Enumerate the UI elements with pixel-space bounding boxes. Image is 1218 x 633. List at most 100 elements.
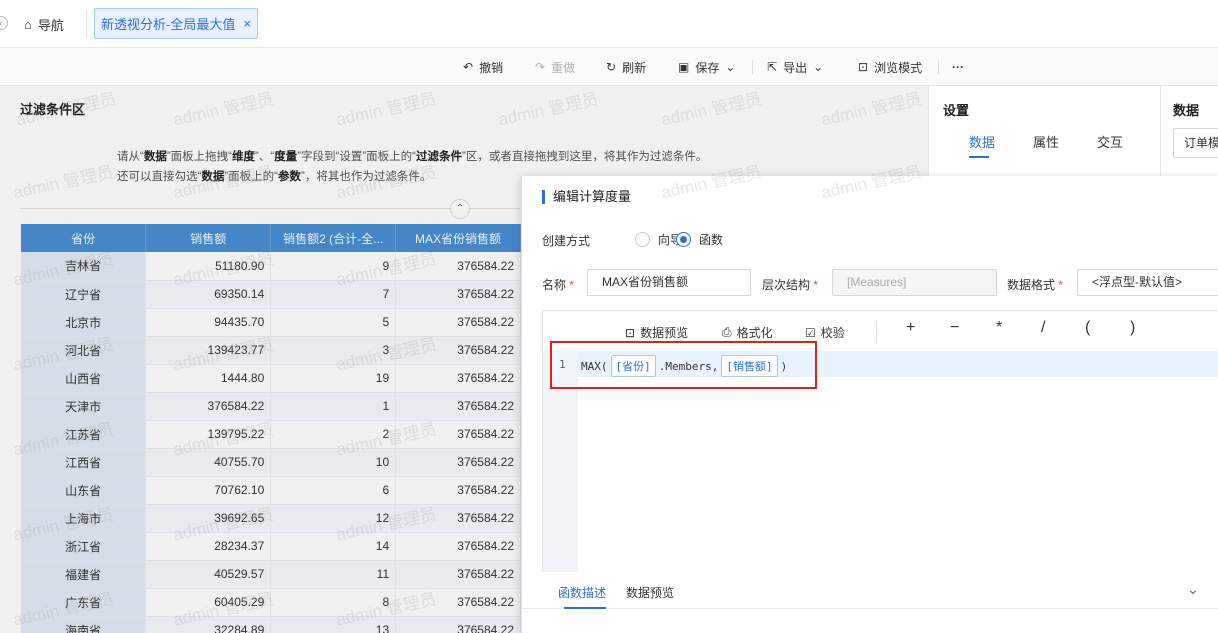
more-button[interactable]: ··· <box>952 59 964 75</box>
table-cell[interactable]: 376584.22 <box>395 532 521 561</box>
tab-data[interactable]: 数据 <box>969 132 995 151</box>
table-cell[interactable]: 北京市 <box>21 308 147 337</box>
table-cell[interactable]: 28234.37 <box>145 532 272 561</box>
table-cell[interactable]: 广东省 <box>21 588 147 617</box>
browse-mode-button[interactable]: ⊡ 浏览模式 <box>858 59 922 75</box>
table-cell[interactable]: 376584.22 <box>395 280 521 309</box>
table-cell[interactable]: 12 <box>270 504 397 533</box>
export-button[interactable]: ⇱ 导出 ⌄ <box>767 59 823 75</box>
table-cell[interactable]: 40755.70 <box>145 448 272 477</box>
table-cell[interactable]: 32284.89 <box>145 616 272 633</box>
tab-function-description[interactable]: 函数描述 <box>558 584 606 601</box>
table-cell[interactable]: 山东省 <box>21 476 147 505</box>
table-cell[interactable]: 376584.22 <box>395 476 521 505</box>
table-cell[interactable]: 辽宁省 <box>21 280 147 309</box>
refresh-button[interactable]: ↻ 刷新 <box>606 59 646 75</box>
table-cell[interactable]: 天津市 <box>21 392 147 421</box>
divide-operator[interactable]: / <box>1041 319 1045 337</box>
undo-button[interactable]: ↶ 撤销 <box>463 59 503 75</box>
collapse-up-icon[interactable]: ⌃ <box>450 199 470 219</box>
multiply-operator[interactable]: * <box>996 319 1002 337</box>
table-cell[interactable]: 139795.22 <box>145 420 272 449</box>
name-field[interactable]: MAX省份销售额 <box>587 269 751 296</box>
table-cell[interactable]: 139423.77 <box>145 336 272 365</box>
table-cell[interactable]: 376584.22 <box>395 616 521 633</box>
table-cell[interactable]: 94435.70 <box>145 308 272 337</box>
column-header[interactable]: 销售额2 (合计-全... <box>270 224 397 252</box>
column-header[interactable]: 销售额 <box>145 224 272 252</box>
table-cell[interactable]: 13 <box>270 616 397 633</box>
table-cell[interactable]: 7 <box>270 280 397 309</box>
table-cell[interactable]: 69350.14 <box>145 280 272 309</box>
save-button[interactable]: ▣ 保存 ⌄ <box>678 59 735 75</box>
back-icon[interactable]: ‹ <box>0 16 8 30</box>
table-row: 江西省 40755.70 10 376584.22 <box>21 448 521 477</box>
table-row: 山东省 70762.10 6 376584.22 <box>21 476 521 505</box>
table-cell[interactable]: 11 <box>270 560 397 589</box>
table-cell[interactable]: 吉林省 <box>21 252 147 281</box>
table-cell[interactable]: 376584.22 <box>395 336 521 365</box>
watermark: admin 管理员 <box>11 162 116 203</box>
table-cell[interactable]: 70762.10 <box>145 476 272 505</box>
watermark: admin 管理员 <box>659 89 764 130</box>
table-cell[interactable]: 8 <box>270 588 397 617</box>
table-cell[interactable]: 376584.22 <box>395 252 521 281</box>
tab-home[interactable]: ⌂ 导航 <box>24 14 64 34</box>
table-cell[interactable]: 376584.22 <box>145 392 272 421</box>
table-cell[interactable]: 376584.22 <box>395 560 521 589</box>
table-cell[interactable]: 60405.29 <box>145 588 272 617</box>
table-cell[interactable]: 51180.90 <box>145 252 272 281</box>
table-cell[interactable]: 40529.57 <box>145 560 272 589</box>
radio-wizard[interactable]: 向导 <box>635 231 682 248</box>
table-cell[interactable]: 江苏省 <box>21 420 147 449</box>
column-header[interactable]: 省份 <box>21 224 147 252</box>
radio-function[interactable]: 函数 <box>676 231 723 248</box>
table-cell[interactable]: 6 <box>270 476 397 505</box>
table-cell[interactable]: 海南省 <box>21 616 147 633</box>
tab-data-preview[interactable]: 数据预览 <box>626 584 674 601</box>
open-paren-operator[interactable]: ( <box>1085 319 1090 337</box>
table-cell[interactable]: 3 <box>270 336 397 365</box>
tab-interaction[interactable]: 交互 <box>1097 132 1123 151</box>
table-cell[interactable]: 上海市 <box>21 504 147 533</box>
redo-button[interactable]: ↷ 重做 <box>535 59 575 75</box>
close-icon[interactable]: × <box>243 16 251 31</box>
table-cell[interactable]: 376584.22 <box>395 504 521 533</box>
table-cell[interactable]: 1444.80 <box>145 364 272 393</box>
table-cell[interactable]: 14 <box>270 532 397 561</box>
table-cell[interactable]: 19 <box>270 364 397 393</box>
table-cell[interactable]: 376584.22 <box>395 308 521 337</box>
table-cell[interactable]: 376584.22 <box>395 420 521 449</box>
table-cell[interactable]: 1 <box>270 392 397 421</box>
column-header[interactable]: MAX省份销售额 <box>395 224 521 252</box>
chevron-down-icon[interactable]: ⌄ <box>1187 581 1199 598</box>
tab-pivot-analysis[interactable]: 新透视分析-全局最大值 × <box>94 8 258 39</box>
table-cell[interactable]: 376584.22 <box>395 448 521 477</box>
format-select[interactable]: <浮点型-默认值> <box>1077 269 1218 296</box>
validate-button[interactable]: ☑ 校验 <box>805 324 845 341</box>
table-cell[interactable]: 山西省 <box>21 364 147 393</box>
table-cell[interactable]: 9 <box>270 252 397 281</box>
table-cell[interactable]: 376584.22 <box>395 392 521 421</box>
close-paren-operator[interactable]: ) <box>1130 319 1135 337</box>
table-cell[interactable]: 376584.22 <box>395 364 521 393</box>
table-cell[interactable]: 浙江省 <box>21 532 147 561</box>
dataset-select[interactable]: 订单模 <box>1173 128 1218 158</box>
tab-properties[interactable]: 属性 <box>1033 132 1059 151</box>
table-cell[interactable]: 10 <box>270 448 397 477</box>
bottom-tabs: 函数描述 数据预览 ⌄ <box>522 572 1218 609</box>
table-cell[interactable]: 河北省 <box>21 336 147 365</box>
table-cell[interactable]: 2 <box>270 420 397 449</box>
pivot-table: 省份 销售额 销售额2 (合计-全... MAX省份销售额 吉林省 51180.9… <box>21 224 521 633</box>
minus-operator[interactable]: − <box>950 319 959 337</box>
table-cell[interactable]: 福建省 <box>21 560 147 589</box>
table-cell[interactable]: 39692.65 <box>145 504 272 533</box>
table-cell[interactable]: 376584.22 <box>395 588 521 617</box>
table-cell[interactable]: 5 <box>270 308 397 337</box>
table-cell[interactable]: 江西省 <box>21 448 147 477</box>
preview-icon: ⊡ <box>858 60 869 74</box>
plus-operator[interactable]: + <box>906 319 915 337</box>
preview-data-button[interactable]: ⊡ 数据预览 <box>625 324 688 341</box>
format-button[interactable]: ⎙ 格式化 <box>722 324 773 341</box>
validate-icon: ☑ <box>805 325 816 340</box>
